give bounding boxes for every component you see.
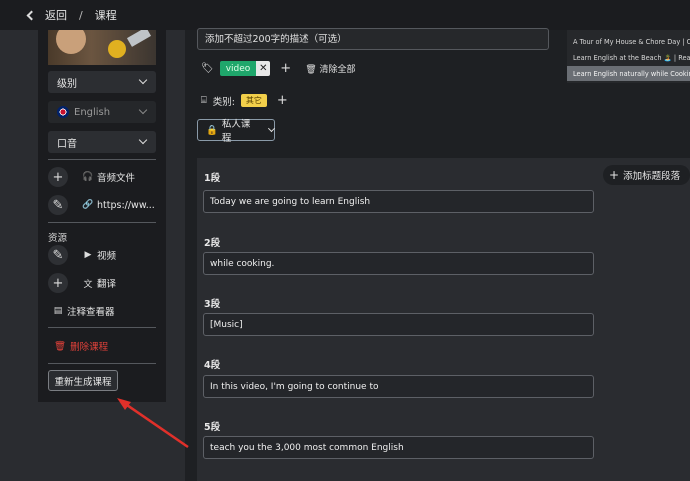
category-label: 类别:: [212, 96, 235, 108]
clear-all-label: 清除全部: [319, 65, 356, 75]
tag-label: video: [219, 61, 257, 76]
segment-label: 5段: [204, 422, 221, 433]
category-icon: ⌸: [201, 95, 207, 106]
category-badge[interactable]: 其它: [240, 94, 267, 107]
segment-input[interactable]: teach you the 3,000 most common English: [203, 436, 594, 459]
tag-icon: 🏷: [201, 63, 214, 74]
category-row: ⌸ 类别: 其它 +: [201, 93, 288, 108]
privacy-dropdown-button[interactable]: 🔒 私人课程: [197, 119, 276, 144]
segment-input[interactable]: Today we are going to learn English: [203, 190, 594, 213]
add-category-icon[interactable]: +: [277, 93, 288, 108]
description-field[interactable]: 添加不超过200字的描述（可选）: [197, 28, 549, 50]
segment-label: 3段: [204, 299, 221, 310]
dropdown-item[interactable]: Learn English at the Beach 🏝️ | Real Ph: [567, 50, 690, 65]
privacy-label: 私人课程: [221, 119, 251, 144]
segment-label: 1段: [204, 173, 221, 184]
clear-all-button[interactable]: 🗑 清除全部: [305, 62, 355, 75]
plus-icon: +: [609, 168, 620, 182]
segment-input[interactable]: [Music]: [203, 313, 594, 336]
dropdown-item-active[interactable]: Learn English naturally while Cooking 🍳 …: [567, 66, 690, 81]
dropdown-item[interactable]: A Tour of My House & Chore Day | Comp: [567, 34, 690, 49]
tag-chip: video ✕: [219, 61, 271, 76]
segment-input[interactable]: while cooking.: [203, 252, 594, 275]
chevron-down-icon: [268, 124, 276, 133]
tags-row: 🏷 video ✕ + 🗑 清除全部: [201, 61, 356, 76]
segment-input[interactable]: In this video, I'm going to continue to: [203, 375, 594, 398]
add-tag-icon[interactable]: +: [280, 61, 291, 76]
add-paragraph-button[interactable]: + 添加标题段落: [603, 165, 690, 185]
remove-tag-icon[interactable]: ✕: [256, 61, 271, 76]
segment-label: 2段: [204, 238, 221, 249]
segment-label: 4段: [204, 360, 221, 371]
lock-icon: 🔒: [206, 124, 218, 136]
add-paragraph-label: 添加标题段落: [623, 171, 681, 182]
